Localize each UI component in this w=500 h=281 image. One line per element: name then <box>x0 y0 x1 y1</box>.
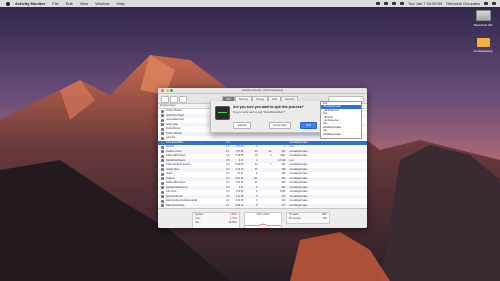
process-idle: 3 <box>270 154 272 157</box>
process-icon <box>161 177 164 181</box>
popover-item[interactable]: reinaldogonzales <box>321 133 361 136</box>
column-process-name[interactable]: Process Name <box>158 104 215 108</box>
process-icon <box>161 141 164 145</box>
desktop-icon-label: Macintosh HD <box>473 23 493 27</box>
process-icon <box>161 199 164 203</box>
processes-label: Processes: <box>289 217 302 220</box>
battery-icon[interactable] <box>399 2 404 5</box>
process-icon <box>161 123 164 127</box>
menu-window[interactable]: Window <box>95 1 109 6</box>
process-icon <box>161 195 164 199</box>
process-icon <box>161 109 164 113</box>
idle-label: Idle: <box>195 221 200 224</box>
menu-clock[interactable]: Tue Jan 7 04:09:55 <box>408 1 442 6</box>
processes-value: 352 <box>322 217 327 220</box>
menu-app-name[interactable]: Activity Monitor <box>15 1 45 6</box>
quit-button[interactable]: Quit <box>300 122 317 129</box>
desktop-icon-hd[interactable]: Macintosh HD <box>468 10 498 27</box>
menu-file[interactable]: File <box>52 1 58 6</box>
menu-help[interactable]: Help <box>116 1 124 6</box>
process-icon <box>161 145 164 149</box>
alert-message: Do you really want to quit "SoundflowerB… <box>233 111 286 114</box>
zoom-icon[interactable] <box>170 89 173 92</box>
traffic-lights <box>161 89 173 92</box>
folder-icon <box>476 38 490 47</box>
desktop-icon-label: reinaldolaptop <box>473 49 493 53</box>
menu-view[interactable]: View <box>80 1 89 6</box>
force-quit-button[interactable]: Force Quit <box>269 122 291 129</box>
desktop-icon-folder[interactable]: reinaldolaptop <box>468 38 498 53</box>
gear-icon[interactable] <box>179 96 187 103</box>
idle-value: 96.59% <box>228 221 237 224</box>
cpu-load-sparkline <box>244 223 282 227</box>
process-icon <box>161 163 164 167</box>
process-icon <box>161 172 164 176</box>
process-icon <box>161 127 164 131</box>
menu-user[interactable]: Reinaldo Gonzales <box>446 1 480 6</box>
minimize-icon[interactable] <box>165 89 169 92</box>
process-icon <box>161 136 164 140</box>
process-icon <box>161 204 164 208</box>
process-icon <box>161 190 164 194</box>
cancel-button[interactable]: Cancel <box>233 122 251 129</box>
wifi-icon[interactable] <box>383 2 388 5</box>
cpu-load-graph: CPU LOAD <box>244 212 282 228</box>
window-title: Activity Monitor (All Processes) <box>241 88 284 92</box>
quit-process-alert: Are you sure you want to quit this proce… <box>210 101 326 133</box>
process-icon <box>161 132 164 136</box>
close-icon[interactable] <box>161 89 164 92</box>
activity-monitor-app-icon <box>215 106 230 120</box>
process-icon <box>161 150 164 154</box>
process-icon <box>161 118 164 122</box>
menu-bar: Activity Monitor File Edit View Window H… <box>0 0 500 7</box>
menu-extras: Tue Jan 7 04:09:55 Reinaldo Gonzales <box>375 0 496 7</box>
stop-process-icon[interactable] <box>161 96 169 103</box>
user-popover-list: root reinaldogonzales _windowserver root _dr… <box>320 101 362 139</box>
cpu-stats: System: 1.65% User: 1.76% Idle: 96.59% <box>192 212 240 228</box>
process-icon <box>161 186 164 190</box>
process-icon <box>161 114 164 118</box>
cpu-footer: System: 1.65% User: 1.76% Idle: 96.59% CPU … <box>158 208 367 228</box>
notification-center-icon[interactable] <box>492 2 496 5</box>
hard-drive-icon <box>475 10 491 21</box>
volume-icon[interactable] <box>391 2 396 5</box>
process-counts: Threads: 1927 Processes: 352 <box>286 212 330 224</box>
process-icon <box>161 168 164 172</box>
info-icon[interactable] <box>170 96 178 103</box>
menu-edit[interactable]: Edit <box>66 1 73 6</box>
process-icon <box>161 159 164 163</box>
alert-title: Are you sure you want to quit this proce… <box>233 105 304 109</box>
process-idle: 7 <box>270 163 272 166</box>
dropbox-icon[interactable] <box>375 2 380 5</box>
spotlight-icon[interactable] <box>484 2 488 5</box>
process-icon <box>161 181 164 185</box>
apple-menu-icon[interactable] <box>6 1 10 6</box>
process-icon <box>161 154 164 158</box>
